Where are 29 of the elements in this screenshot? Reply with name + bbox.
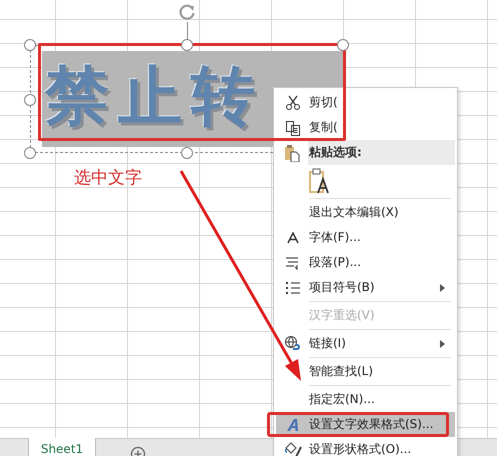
- menu-item[interactable]: 智能查找(L): [276, 359, 455, 384]
- bullet-list-icon: [284, 280, 300, 294]
- copy-icon: [284, 120, 300, 136]
- menu-item[interactable]: 退出文本编辑(X): [276, 200, 455, 225]
- submenu-arrow-icon: [440, 340, 445, 348]
- resize-handle[interactable]: [181, 147, 193, 159]
- menu-item[interactable]: 字体(F)...: [276, 225, 455, 250]
- text-effects-icon: [286, 418, 300, 432]
- submenu-arrow-icon: [440, 284, 445, 292]
- font-icon: [286, 232, 298, 244]
- resize-handle[interactable]: [24, 94, 36, 106]
- rotate-handle-icon[interactable]: [177, 2, 197, 22]
- globe-link-icon: [284, 334, 302, 352]
- paste-text-only-icon[interactable]: [309, 168, 331, 194]
- menu-item[interactable]: 项目符号(B): [276, 275, 455, 300]
- menu-item[interactable]: 指定宏(N)...: [276, 387, 455, 412]
- annotation-label: 选中文字: [74, 167, 142, 189]
- sheet-tab[interactable]: Sheet1: [28, 438, 96, 456]
- paragraph-icon: [284, 256, 300, 270]
- menu-item[interactable]: 设置形状格式(O)...: [276, 437, 455, 456]
- resize-handle[interactable]: [337, 39, 349, 51]
- resize-handle[interactable]: [24, 39, 36, 51]
- header-label: 粘贴选项:: [308, 140, 455, 165]
- clipboard-icon: [284, 144, 300, 162]
- resize-handle[interactable]: [181, 39, 193, 51]
- menu-item[interactable]: 段落(P)...: [276, 250, 455, 275]
- resize-handle[interactable]: [24, 147, 36, 159]
- scissors-icon: [284, 94, 300, 110]
- menu-item[interactable]: 链接(I): [276, 331, 455, 356]
